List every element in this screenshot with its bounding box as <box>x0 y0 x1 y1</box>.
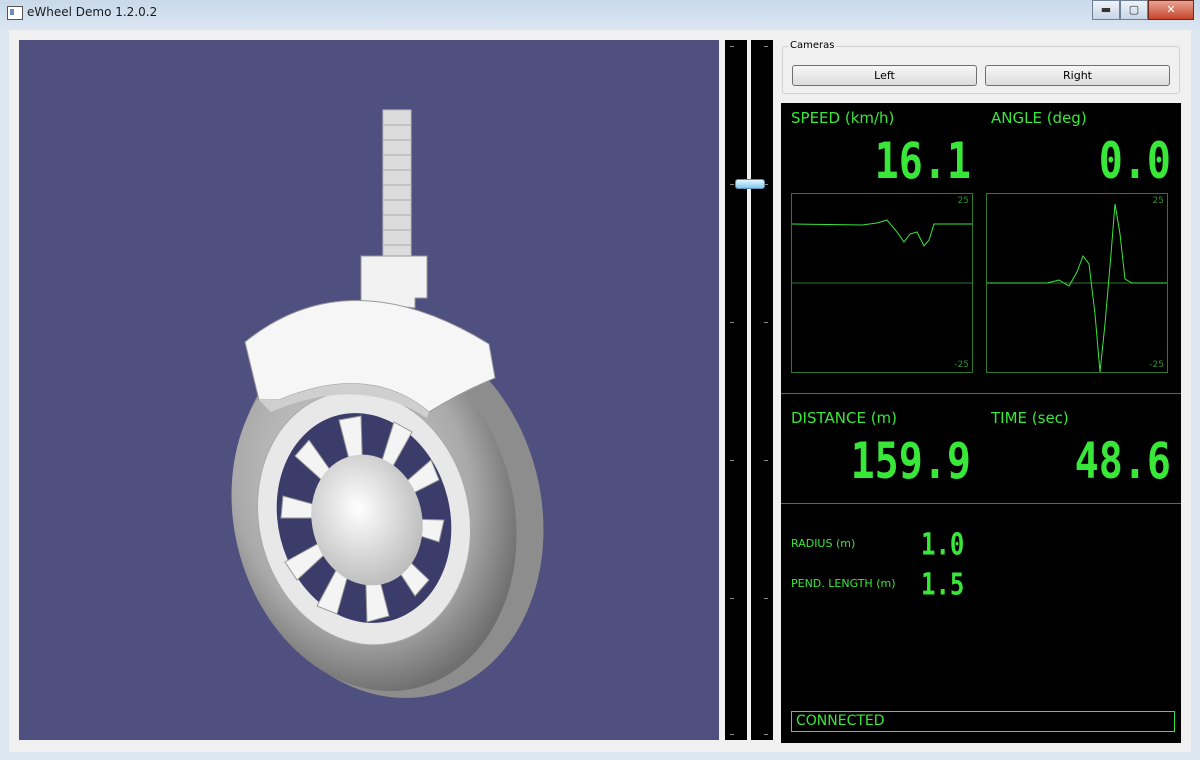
telemetry-panel: SPEED (km/h) ANGLE (deg) 16.1 0.0 25 -25… <box>781 103 1181 743</box>
pend-length-label: PEND. LENGTH (m) <box>791 577 896 590</box>
distance-value: 159.9 <box>850 433 971 491</box>
title-bar[interactable]: eWheel Demo 1.2.0.2 ▬ ▢ ✕ <box>0 0 1200 26</box>
window-title: eWheel Demo 1.2.0.2 <box>27 5 158 19</box>
client-area: Cameras Left Right SPEED (km/h) ANGLE (d… <box>9 30 1191 752</box>
maximize-button[interactable]: ▢ <box>1120 0 1148 20</box>
3d-viewport[interactable] <box>19 40 719 740</box>
app-icon <box>7 6 23 20</box>
cameras-group: Cameras Left Right <box>782 38 1182 94</box>
pend-length-value: 1.5 <box>921 567 965 602</box>
radius-value: 1.0 <box>921 527 965 562</box>
slider-track-left[interactable] <box>725 40 747 740</box>
minimize-button[interactable]: ▬ <box>1092 0 1120 20</box>
angle-graph: 25 -25 <box>986 193 1168 373</box>
angle-label: ANGLE (deg) <box>991 109 1087 127</box>
slider-thumb[interactable] <box>735 179 765 189</box>
distance-label: DISTANCE (m) <box>791 409 898 427</box>
cameras-legend: Cameras <box>788 40 837 51</box>
time-label: TIME (sec) <box>991 409 1069 427</box>
speed-graph: 25 -25 <box>791 193 973 373</box>
slider-track-right[interactable] <box>751 40 773 740</box>
angle-value: 0.0 <box>1098 133 1171 191</box>
radius-label: RADIUS (m) <box>791 537 856 550</box>
speed-value: 16.1 <box>874 133 971 191</box>
time-value: 48.6 <box>1074 433 1171 491</box>
right-camera-button[interactable]: Right <box>985 65 1170 86</box>
vertical-sliders <box>725 40 777 740</box>
wheel-model <box>231 109 544 698</box>
left-camera-button[interactable]: Left <box>792 65 977 86</box>
connection-status: CONNECTED <box>791 711 1175 732</box>
app-window: eWheel Demo 1.2.0.2 ▬ ▢ ✕ Cameras Left R… <box>0 0 1200 760</box>
close-button[interactable]: ✕ <box>1148 0 1194 20</box>
speed-label: SPEED (km/h) <box>791 109 895 127</box>
